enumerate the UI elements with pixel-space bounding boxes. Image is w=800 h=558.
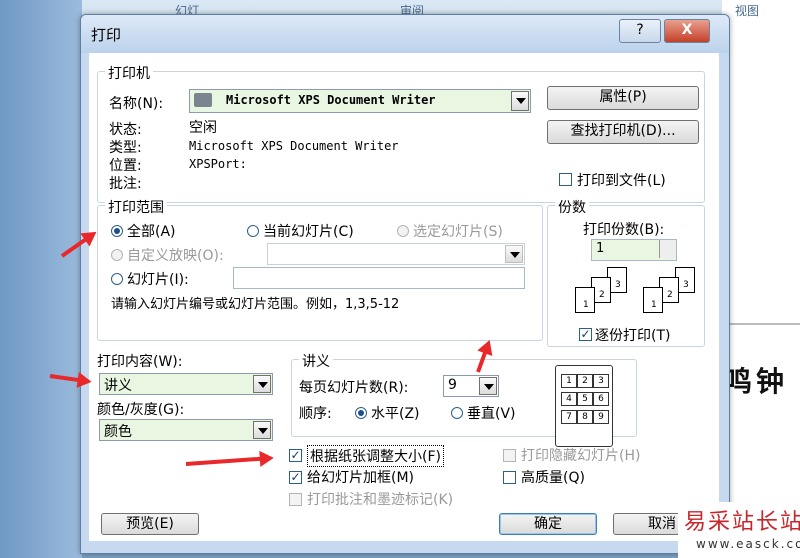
handout-layout-preview: 1 2 3 4 5 6 7 8 9: [555, 365, 613, 447]
close-button[interactable]: X: [664, 19, 710, 43]
scale-to-fit-label: 根据纸张调整大小(F): [307, 445, 444, 467]
range-custom-label: 自定义放映(O):: [127, 248, 224, 264]
copies-count-value: 1: [596, 241, 605, 256]
page-number: 2: [599, 290, 605, 300]
range-selection-label: 选定幻灯片(S): [413, 224, 503, 240]
watermark-url: www.easck.com: [696, 537, 800, 551]
print-dialog: 打印 ? X 打印机 名称(N): Microsoft XPS Document…: [80, 14, 730, 554]
printer-group-title: 打印机: [105, 63, 153, 83]
range-all-label: 全部(A): [127, 224, 176, 240]
slides-per-page-label: 每页幻灯片数(R):: [299, 380, 409, 396]
preview-cell: 3: [593, 374, 609, 388]
print-to-file-label: 打印到文件(L): [577, 173, 666, 189]
slides-per-page-select[interactable]: 9: [443, 375, 499, 397]
scale-to-fit-checkbox[interactable]: ✓: [289, 449, 302, 462]
slides-per-page-value: 9: [448, 377, 457, 393]
print-comments-label: 打印批注和墨迹标记(K): [307, 492, 454, 508]
printer-name-value: Microsoft XPS Document Writer: [226, 93, 436, 107]
page-number: 1: [651, 300, 657, 310]
printer-name-label: 名称(N):: [109, 96, 164, 112]
range-hint: 请输入幻灯片编号或幻灯片范围。例如，1,3,5-12: [111, 297, 400, 312]
color-value: 颜色: [104, 424, 132, 440]
preview-cell: 8: [577, 410, 593, 424]
ribbon-tab[interactable]: 视图: [735, 0, 759, 22]
page-number: 2: [667, 290, 673, 300]
watermark-brand: 易采站长站: [684, 510, 800, 535]
location-label: 位置:: [109, 158, 142, 174]
printer-icon: [194, 93, 212, 107]
print-hidden-checkbox: [503, 449, 516, 462]
frame-slides-checkbox[interactable]: ✓: [289, 471, 302, 484]
slides-input[interactable]: [233, 267, 525, 289]
printer-name-select[interactable]: Microsoft XPS Document Writer: [189, 89, 531, 113]
page-number: 3: [683, 280, 689, 290]
properties-button[interactable]: 属性(P): [547, 86, 699, 110]
ok-button[interactable]: 确定: [499, 513, 597, 535]
high-quality-checkbox[interactable]: [503, 471, 516, 484]
print-what-label: 打印内容(W):: [97, 354, 183, 370]
print-hidden-label: 打印隐藏幻灯片(H): [521, 448, 641, 464]
dialog-client: 打印机 名称(N): Microsoft XPS Document Writer…: [89, 53, 719, 541]
print-what-value: 讲义: [104, 378, 132, 394]
copies-count-input[interactable]: 1: [591, 239, 677, 261]
type-value: Microsoft XPS Document Writer: [189, 139, 399, 153]
color-label: 颜色/灰度(G):: [97, 402, 185, 418]
frame-slides-label: 给幻灯片加框(M): [307, 470, 415, 486]
slide-canvas-background: [722, 0, 800, 558]
custom-show-select: [267, 243, 525, 265]
dialog-titlebar: 打印 ? X: [81, 15, 729, 53]
chevron-down-icon[interactable]: [511, 91, 529, 111]
order-horizontal-label: 水平(Z): [371, 406, 420, 422]
preview-cell: 9: [593, 410, 609, 424]
location-value: XPSPort:: [189, 157, 247, 171]
page-number: 1: [583, 300, 589, 310]
print-range-title: 打印范围: [105, 197, 167, 217]
range-current-label: 当前幻灯片(C): [263, 224, 354, 240]
preview-cell: 5: [577, 392, 593, 406]
preview-cell: 7: [561, 410, 577, 424]
preview-cell: 4: [561, 392, 577, 406]
chevron-down-icon[interactable]: [479, 377, 497, 395]
collate-checkbox[interactable]: ✓: [579, 328, 592, 341]
range-slides-radio[interactable]: [111, 273, 123, 285]
find-printer-button[interactable]: 查找打印机(D)...: [547, 120, 699, 144]
order-label: 顺序:: [299, 406, 332, 422]
color-select[interactable]: 颜色: [99, 419, 273, 441]
status-label: 状态:: [109, 122, 142, 138]
chevron-down-icon: [505, 245, 523, 263]
range-slides-label: 幻灯片(I):: [127, 272, 189, 288]
preview-cell: 1: [561, 374, 577, 388]
slide-text: 鸣钟: [724, 365, 789, 398]
range-custom-radio: [111, 249, 123, 261]
high-quality-label: 高质量(Q): [521, 470, 585, 486]
chevron-down-icon[interactable]: [253, 421, 271, 439]
print-what-select[interactable]: 讲义: [99, 373, 273, 395]
preview-cell: 2: [577, 374, 593, 388]
print-comments-checkbox: [289, 493, 302, 506]
collate-label: 逐份打印(T): [595, 328, 671, 344]
order-vertical-label: 垂直(V): [467, 406, 516, 422]
page-number: 3: [615, 280, 621, 290]
app-left-background: [0, 0, 82, 558]
range-current-radio[interactable]: [247, 225, 259, 237]
handouts-title: 讲义: [299, 351, 333, 371]
chevron-down-icon[interactable]: [253, 375, 271, 393]
order-horizontal-radio[interactable]: [355, 407, 367, 419]
preview-button[interactable]: 预览(E): [101, 513, 199, 535]
order-vertical-radio[interactable]: [451, 407, 463, 419]
dialog-title: 打印: [91, 26, 122, 44]
type-label: 类型:: [109, 140, 142, 156]
comment-label: 批注:: [109, 176, 142, 192]
help-button[interactable]: ?: [619, 19, 661, 43]
status-value: 空闲: [189, 120, 217, 136]
print-to-file-checkbox[interactable]: [559, 173, 572, 186]
watermark: 易采站长站 www.easck.com: [678, 502, 800, 558]
range-selection-radio: [397, 225, 409, 237]
copies-count-label: 打印份数(B):: [583, 222, 665, 238]
copies-title: 份数: [555, 197, 589, 217]
spinner-icon[interactable]: [659, 240, 676, 258]
slide-divider: [722, 323, 800, 325]
range-all-radio[interactable]: [111, 225, 123, 237]
preview-cell: 6: [593, 392, 609, 406]
